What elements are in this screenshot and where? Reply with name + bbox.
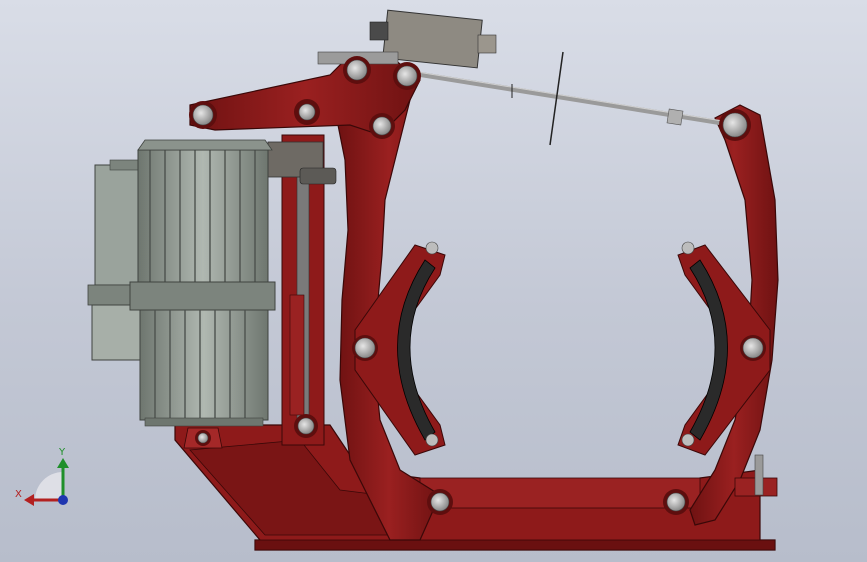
x-axis-label: X (15, 489, 22, 500)
pivot-pin[interactable] (393, 62, 421, 90)
pivot-pin[interactable] (427, 489, 453, 515)
pivot-pin[interactable] (719, 109, 751, 141)
shoe-bolt (681, 433, 695, 447)
pivot-pin[interactable] (294, 99, 320, 125)
pivot-pin[interactable] (343, 56, 371, 84)
triad-origin (58, 495, 68, 505)
pivot-pin[interactable] (195, 430, 211, 446)
vertical-link[interactable] (267, 134, 337, 446)
brake-assembly-drawing[interactable]: Y X (0, 0, 867, 562)
shoe-bolt (681, 241, 695, 255)
electro-hydraulic-thruster[interactable] (87, 139, 276, 427)
coordinate-triad: Y X (15, 447, 69, 506)
limit-switch[interactable] (317, 9, 497, 69)
pivot-pin[interactable] (663, 489, 689, 515)
pivot-pin[interactable] (369, 113, 395, 139)
pivot-pin[interactable] (294, 414, 318, 438)
pivot-pin[interactable] (740, 335, 766, 361)
x-axis-arrow (24, 494, 34, 506)
y-axis-arrow (57, 458, 69, 468)
shoe-bolt (425, 433, 439, 447)
shoe-bolt (425, 241, 439, 255)
y-axis-label: Y (58, 447, 66, 458)
pivot-pin[interactable] (189, 101, 217, 129)
cad-viewport[interactable]: Y X (0, 0, 867, 562)
pivot-pin[interactable] (352, 335, 378, 361)
